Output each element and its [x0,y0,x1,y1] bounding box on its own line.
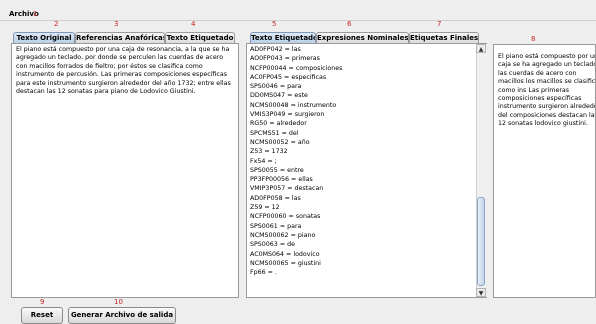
tab-referencias-anaforicas[interactable]: Referencias Anafóricas [75,32,165,43]
tagged-token-item: NCFP00060 = sonatas [250,213,321,221]
tagged-token-item: AD0FP042 = las [250,46,301,53]
tagged-token-item: AD0FP058 = las [250,194,301,202]
menu-bar [0,0,596,20]
scrollbar-thumb[interactable] [477,197,485,286]
tagged-token-item: AC0FP045 = especificas [250,73,327,81]
scroll-up-icon[interactable]: ▲ [476,44,486,53]
tagged-token-item: SPS0061 = para [250,222,302,230]
annotation-5: 5 [272,20,277,28]
tagged-token-item: Z59 = 12 [250,204,280,212]
annotation-4: 4 [191,20,196,28]
tab-texto-etiquetado[interactable]: Texto Etiquetado [250,32,316,43]
tagged-token-item: VMIS3P049 = surgieron [250,111,325,119]
annotation-1: 1 [33,10,38,18]
tab-expresiones-nominales[interactable]: Expresiones Nominales [316,32,409,43]
menu-divider [0,20,596,21]
tagged-token-item: SPCMS51 = del [250,129,299,137]
scroll-down-icon[interactable]: ▼ [476,288,486,297]
tagged-token-item: SPS0055 = entre [250,166,304,174]
original-text-panel[interactable]: El piano está compuesto por una caja de … [11,43,239,298]
preview-panel[interactable]: El piano está compuesto por una caja se … [493,44,596,298]
tagged-token-item: NCFP00044 = composiciones [250,64,343,72]
tab-texto-etiquetado-left[interactable]: Texto Etiquetado [165,32,235,43]
tagged-text-panel[interactable]: AD0FP042 = las AO0FP043 = primeras NCFP000… [246,43,487,298]
tagged-token-item: NCMS00052 = año [250,138,310,146]
annotation-2: 2 [54,20,59,28]
tagged-token-item: SPS0046 = para [250,83,302,91]
tagged-token-item: RG50 = alrededor [250,120,307,128]
tagged-token-list: AD0FP042 = las AO0FP043 = primeras NCFP000… [247,44,486,278]
generate-output-button[interactable]: Generar Archivo de salida [68,307,176,324]
tagged-token-item: VMIP3P057 = destacan [250,185,324,193]
tagged-token-item: DD0MS047 = este [250,92,308,100]
tagged-token-item: NCMS00048 = instrumento [250,101,337,109]
tagged-token-item: AO0FP043 = primeras [250,55,320,63]
tagged-token-item: NCMS00065 = giustini [250,259,321,267]
preview-text: El piano está compuesto por una caja se … [498,53,596,128]
tagged-token-item: Fp66 = . [250,269,277,277]
annotation-9: 9 [40,298,45,306]
tagged-token-item: AC0MS064 = lodovico [250,250,320,258]
annotation-6: 6 [347,20,352,28]
annotation-3: 3 [114,20,119,28]
tagged-token-item: NCMS00062 = piano [250,231,316,239]
tagged-token-item: SPS0063 = de [250,241,295,249]
annotation-8: 8 [531,35,536,43]
original-text: El piano está compuesto por una caja de … [16,46,231,96]
annotation-7: 7 [437,20,442,28]
tagged-token-item: Z53 = 1732 [250,148,288,156]
tab-etiquetas-finales[interactable]: Etiquetas Finales [409,32,479,43]
reset-button[interactable]: Reset [21,307,63,324]
annotation-10: 10 [114,298,123,306]
tab-texto-original[interactable]: Texto Original [13,32,75,43]
tagged-token-item: PP3FP00056 = ellas [250,176,313,184]
tagged-token-item: Fx54 = ; [250,157,277,165]
